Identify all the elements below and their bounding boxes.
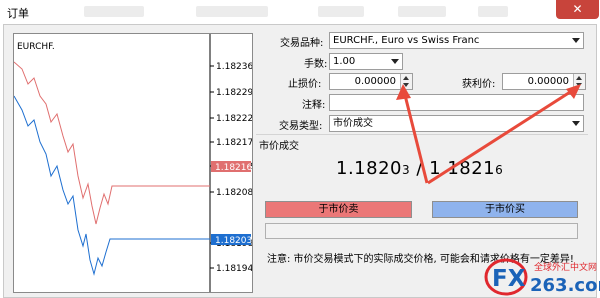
stop-loss-input[interactable]: 0.00000: [329, 73, 413, 90]
bid-price-main: 1.1820: [336, 158, 402, 179]
tick-chart-svg: EURCHF. 1.18236 1.18229 1.18222 1.18217 1.18…: [14, 34, 252, 292]
bid-series: [14, 95, 210, 276]
bid-price-marker-label: 1.18203: [215, 236, 252, 246]
logo-fx-text: FX: [492, 266, 526, 292]
symbol-select-value: EURCHF., Euro vs Swiss Franc: [333, 35, 480, 46]
ask-price-marker-label: 1.18216: [215, 163, 252, 173]
ask-price-pipette: 6: [495, 163, 504, 177]
comment-input[interactable]: [329, 94, 584, 111]
ask-series: [14, 61, 210, 225]
market-group-title: 市价成交: [259, 141, 299, 152]
sell-by-market-button[interactable]: 于市价卖: [265, 201, 412, 218]
title-bar-area: [84, 6, 144, 17]
spin-down-icon: [576, 83, 582, 87]
price-axis-tick-label: 1.18236: [216, 62, 252, 72]
tick-chart: EURCHF. 1.18236 1.18229 1.18222 1.18217 1.18…: [13, 33, 253, 293]
site-logo-icon: FX 全球外汇中文网 263.com: [484, 258, 600, 296]
bid-price-pipette: 3: [401, 163, 411, 177]
title-bar-area: [318, 6, 364, 17]
logo-site-label: 全球外汇中文网: [534, 261, 597, 273]
execution-progress-bar: [265, 223, 578, 239]
price-axis-tick-label: 1.18217: [216, 138, 252, 148]
title-bar-area: [398, 6, 446, 17]
take-profit-input[interactable]: 0.00000: [502, 73, 586, 90]
order-type-value: 市价成交: [333, 118, 373, 129]
volume-select-value: 1.00: [333, 56, 356, 67]
quote-display: 1.18203 / 1.18216: [336, 158, 503, 179]
close-button[interactable]: ✕: [556, 0, 599, 19]
stop-loss-spinner[interactable]: [400, 74, 412, 89]
buy-by-market-button[interactable]: 于市价买: [432, 201, 578, 218]
chevron-down-icon: [572, 121, 580, 126]
take-profit-value: 0.00000: [527, 76, 569, 87]
spin-up-icon: [403, 76, 409, 80]
title-bar-area: [478, 6, 508, 17]
window-title: 订单: [7, 7, 29, 20]
symbol-label: 交易品种:: [280, 38, 324, 49]
stop-loss-value: 0.00000: [354, 76, 396, 87]
volume-select[interactable]: 1.00: [329, 53, 403, 70]
stop-loss-label: 止损价:: [288, 79, 322, 90]
price-axis-tick-label: 1.18194: [216, 264, 252, 274]
ask-price-main: 1.1821: [429, 158, 496, 179]
market-execution-group: [256, 134, 588, 135]
volume-label: 手数:: [304, 59, 328, 70]
comment-label: 注释:: [302, 100, 326, 111]
order-type-select[interactable]: 市价成交: [329, 115, 584, 132]
price-axis-tick-label: 1.18229: [216, 88, 252, 98]
watermark-logo: FX 全球外汇中文网 263.com: [484, 253, 600, 298]
logo-domain: 263.com: [530, 275, 600, 296]
window-title-bar: 订单 ✕: [0, 0, 600, 24]
symbol-select[interactable]: EURCHF., Euro vs Swiss Franc: [329, 32, 584, 49]
title-bar-area: [196, 6, 268, 17]
close-icon: ✕: [572, 2, 583, 16]
order-type-label: 交易类型:: [279, 121, 323, 132]
price-axis-tick-label: 1.18222: [216, 114, 252, 124]
chevron-down-icon: [572, 38, 580, 43]
quote-separator: /: [410, 158, 430, 179]
take-profit-spinner[interactable]: [573, 74, 585, 89]
take-profit-label: 获利价:: [462, 79, 496, 90]
chevron-down-icon: [391, 59, 399, 64]
chart-symbol: EURCHF.: [17, 42, 55, 52]
spin-up-icon: [576, 76, 582, 80]
spin-down-icon: [403, 83, 409, 87]
price-axis-tick-label: 1.18208: [216, 188, 252, 198]
